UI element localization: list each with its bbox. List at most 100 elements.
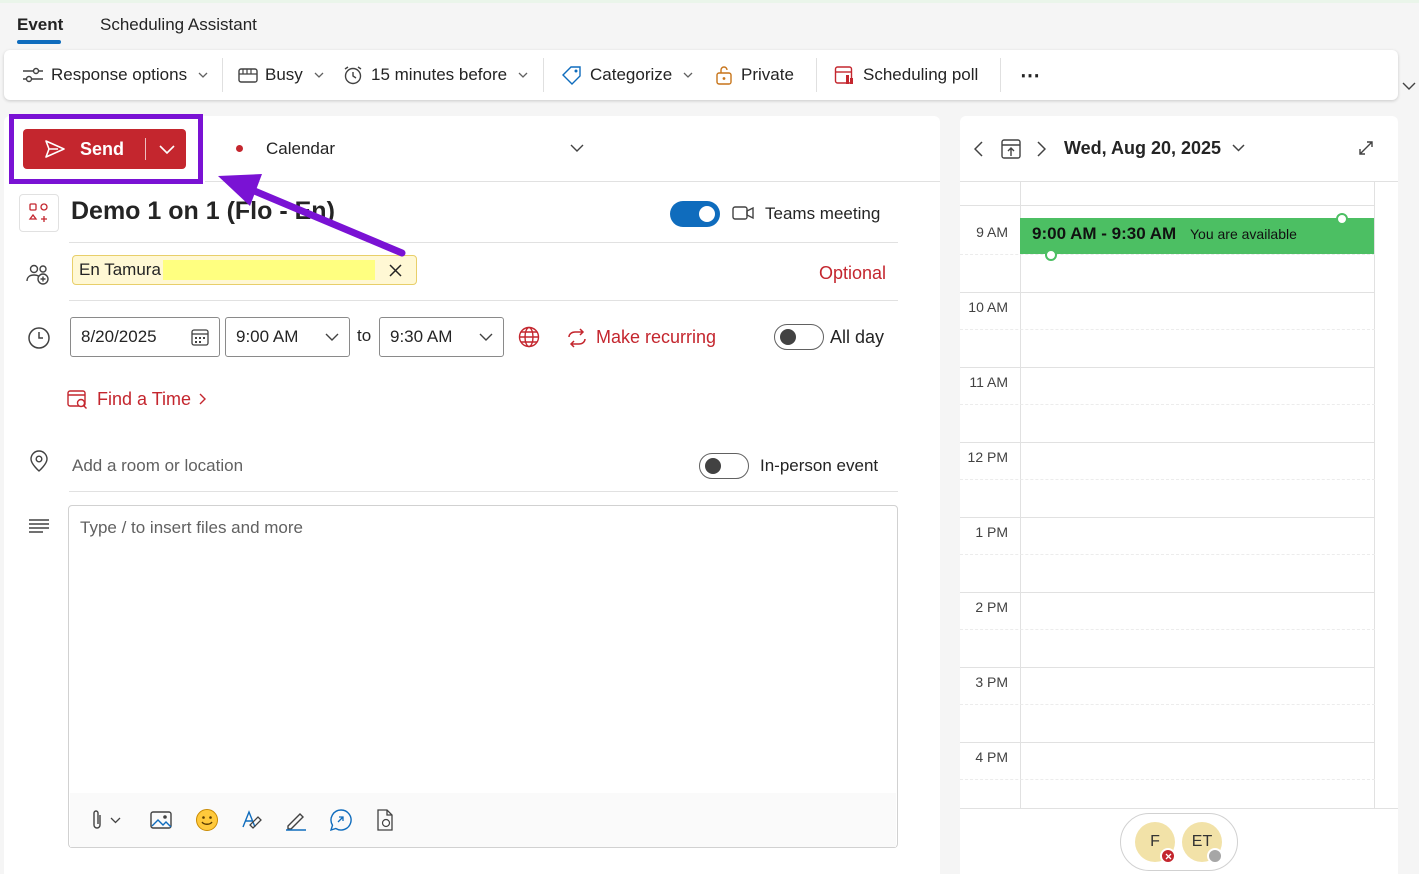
- grid-right-border: [1374, 182, 1375, 808]
- globe-icon[interactable]: [518, 326, 540, 348]
- text-lines-icon: [29, 519, 49, 533]
- chevron-down-icon: [198, 72, 208, 78]
- reminder-button[interactable]: 15 minutes before: [342, 50, 528, 100]
- attach-file-button[interactable]: [90, 809, 121, 831]
- optional-attendees-link[interactable]: Optional: [819, 263, 886, 284]
- avatar-initials: ET: [1191, 833, 1213, 850]
- attendee-avatars: F ET: [1120, 813, 1238, 871]
- all-day-toggle[interactable]: [774, 324, 824, 350]
- insert-document-icon[interactable]: [375, 809, 395, 831]
- tag-icon: [561, 65, 583, 85]
- find-a-time-label: Find a Time: [97, 388, 192, 409]
- start-date-input[interactable]: 8/20/2025: [70, 317, 220, 357]
- location-pin-icon: [29, 450, 49, 472]
- end-time-value: 9:30 AM: [390, 327, 453, 346]
- highlight-annotation-box: [9, 114, 203, 184]
- toolbar-expand-chevron-icon[interactable]: [1402, 82, 1416, 90]
- calendar-color-dot: [236, 145, 243, 152]
- to-label: to: [357, 326, 372, 345]
- event-category-icon-button[interactable]: [19, 194, 59, 232]
- tab-event[interactable]: Event: [17, 15, 63, 35]
- make-recurring-button[interactable]: Make recurring: [566, 327, 716, 348]
- busy-label: Busy: [265, 65, 303, 84]
- hour-label: 4 PM: [975, 749, 1008, 765]
- find-a-time-button[interactable]: Find a Time: [67, 388, 207, 410]
- hour-label: 11 AM: [969, 374, 1008, 390]
- toolbar: Response options Busy 15 minutes before …: [4, 50, 1398, 100]
- alarm-clock-icon: [342, 65, 364, 85]
- scheduling-poll-label: Scheduling poll: [863, 65, 979, 84]
- chevron-down-icon: [479, 333, 493, 341]
- recurring-arrows-icon: [566, 327, 588, 348]
- avatar-initials: F: [1150, 833, 1160, 850]
- all-day-label: All day: [830, 327, 885, 347]
- video-camera-icon: [732, 205, 754, 221]
- attendees-icon: [26, 262, 50, 286]
- toolbar-divider: [222, 58, 223, 92]
- calendar-select-chevron-icon[interactable]: [570, 144, 584, 152]
- attendee-name: En Tamura: [79, 260, 161, 279]
- event-time-range: 9:00 AM - 9:30 AM: [1032, 224, 1177, 243]
- message-body-editor[interactable]: Type / to insert files and more: [68, 505, 898, 848]
- divider: [69, 491, 898, 492]
- paperclip-icon: [93, 810, 101, 829]
- emoji-icon[interactable]: [195, 808, 219, 832]
- hour-label: 12 PM: [967, 449, 1008, 465]
- start-time-select[interactable]: 9:00 AM: [225, 317, 350, 357]
- tab-event-underline: [17, 40, 61, 44]
- avatar[interactable]: ET: [1182, 822, 1223, 864]
- tab-scheduling-assistant[interactable]: Scheduling Assistant: [100, 15, 257, 35]
- more-options-button[interactable]: ⋯: [1020, 50, 1040, 100]
- calendar-select-label[interactable]: Calendar: [266, 139, 335, 159]
- resize-handle-bottom[interactable]: [1045, 249, 1057, 261]
- reminder-label: 15 minutes before: [371, 65, 508, 84]
- divider: [960, 808, 1398, 809]
- start-date-value: 8/20/2025: [81, 327, 157, 346]
- category-shapes-icon: [28, 203, 48, 222]
- calendar-search-icon: [67, 388, 89, 410]
- hour-label: 3 PM: [975, 674, 1008, 690]
- chevron-down-icon: [518, 72, 528, 78]
- scheduling-poll-button[interactable]: Scheduling poll: [834, 50, 978, 100]
- draw-pen-icon[interactable]: [284, 809, 308, 831]
- scheduling-poll-icon: [834, 64, 856, 86]
- teams-meeting-toggle[interactable]: [670, 201, 720, 227]
- event-availability: You are available: [1190, 226, 1297, 242]
- format-text-icon[interactable]: [241, 809, 263, 831]
- redacted-email-highlight: [163, 260, 375, 280]
- copilot-chat-icon[interactable]: [330, 809, 352, 831]
- busy-status-icon: [238, 66, 258, 84]
- day-time-grid: 9 AM 10 AM 11 AM 12 PM 1 PM 2 PM 3 PM 4 …: [960, 182, 1398, 808]
- today-calendar-icon[interactable]: [1000, 138, 1022, 160]
- next-day-chevron-icon[interactable]: [1036, 141, 1046, 157]
- categorize-button[interactable]: Categorize: [561, 50, 693, 100]
- previous-day-chevron-icon[interactable]: [974, 141, 984, 157]
- end-time-select[interactable]: 9:30 AM: [379, 317, 504, 357]
- hour-label: 9 AM: [976, 224, 1008, 240]
- response-options-button[interactable]: Response options: [22, 50, 208, 100]
- message-body-placeholder: Type / to insert files and more: [80, 518, 303, 537]
- busy-button[interactable]: Busy: [238, 50, 324, 100]
- insert-picture-icon[interactable]: [150, 810, 172, 830]
- annotation-arrow: [218, 174, 406, 257]
- private-button[interactable]: Private: [714, 50, 794, 100]
- hour-label: 2 PM: [975, 599, 1008, 615]
- in-person-label: In-person event: [760, 456, 879, 475]
- divider: [69, 242, 898, 243]
- expand-icon[interactable]: [1358, 140, 1374, 156]
- response-options-label: Response options: [51, 65, 188, 84]
- in-person-toggle[interactable]: [699, 453, 749, 479]
- categorize-label: Categorize: [590, 65, 673, 84]
- avatar[interactable]: F: [1135, 822, 1176, 864]
- calendar-icon[interactable]: [191, 328, 209, 346]
- location-input[interactable]: Add a room or location: [72, 456, 243, 476]
- calendar-date-picker[interactable]: Wed, Aug 20, 2025: [1064, 138, 1221, 159]
- resize-handle-top[interactable]: [1336, 213, 1348, 225]
- start-time-value: 9:00 AM: [236, 327, 299, 346]
- chevron-down-icon[interactable]: [1232, 144, 1245, 152]
- teams-meeting-label: Teams meeting: [765, 204, 881, 223]
- chevron-right-icon: [199, 393, 207, 405]
- calendar-event-block[interactable]: 9:00 AM - 9:30 AM You are available: [1020, 213, 1374, 261]
- private-label: Private: [741, 65, 794, 84]
- close-icon[interactable]: [389, 264, 402, 277]
